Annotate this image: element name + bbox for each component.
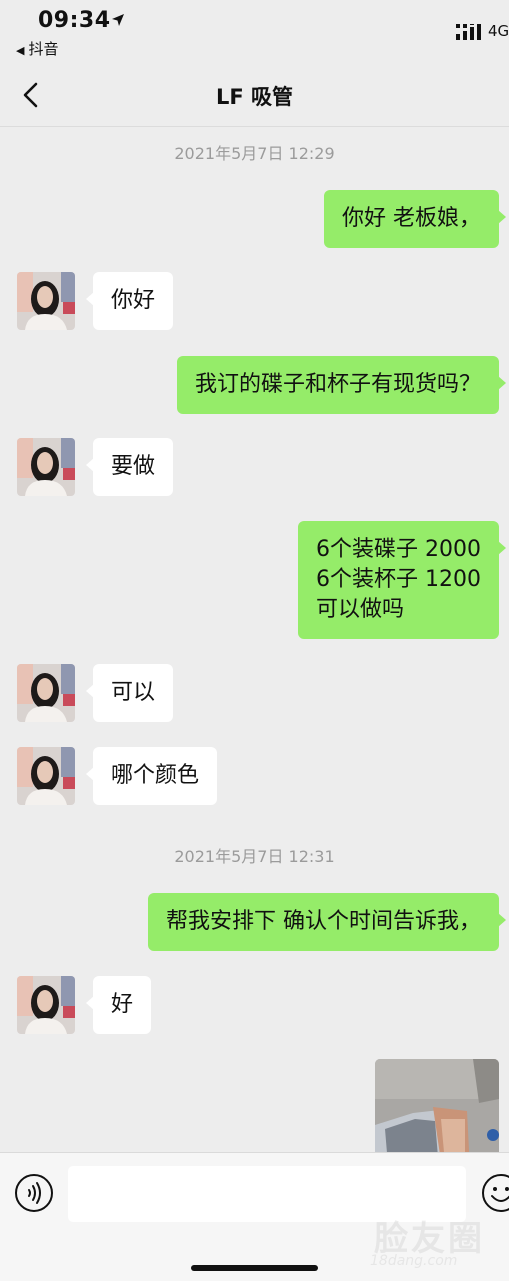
- signal-icon: [456, 24, 481, 40]
- back-triangle-icon: ◀: [16, 44, 25, 57]
- message-timestamp: 2021年5月7日 12:29: [174, 144, 335, 163]
- incoming-message[interactable]: 你好: [85, 272, 174, 330]
- incoming-message[interactable]: 哪个颜色: [85, 747, 218, 805]
- watermark-logo: 脸友圈 18dang.com: [370, 1211, 500, 1273]
- chat-area[interactable]: 2021年5月7日 12:29 你好 老板娘， 你好 我订的碟子和杯子有现货吗？…: [0, 127, 509, 1152]
- message-timestamp: 2021年5月7日 12:31: [174, 847, 335, 866]
- nav-bar: LF 吸管: [0, 64, 509, 127]
- incoming-message[interactable]: 要做: [85, 438, 174, 496]
- voice-input-icon[interactable]: [14, 1173, 54, 1213]
- incoming-message[interactable]: 可以: [85, 664, 174, 722]
- status-bar: 09:34 ◀ 抖音 4G: [0, 0, 509, 64]
- watermark-domain: 18dang.com: [370, 1253, 458, 1269]
- location-arrow-icon: [112, 14, 124, 26]
- contact-avatar[interactable]: [17, 438, 75, 496]
- status-time: 09:34: [38, 8, 111, 33]
- back-app-label: 抖音: [28, 40, 59, 58]
- input-bar: 脸友圈 18dang.com: [0, 1152, 509, 1281]
- network-type: 4G: [488, 22, 509, 40]
- home-indicator[interactable]: [191, 1265, 318, 1271]
- outgoing-message[interactable]: 我订的碟子和杯子有现货吗？: [176, 356, 507, 414]
- contact-avatar[interactable]: [17, 747, 75, 805]
- outgoing-message[interactable]: 你好 老板娘，: [324, 190, 506, 248]
- outgoing-message[interactable]: 帮我安排下 确认个时间告诉我，: [148, 893, 506, 951]
- contact-avatar[interactable]: [17, 272, 75, 330]
- contact-avatar[interactable]: [17, 664, 75, 722]
- back-to-app-link[interactable]: ◀ 抖音: [16, 38, 58, 59]
- emoji-icon[interactable]: [481, 1173, 509, 1213]
- outgoing-message[interactable]: 6个装碟子 2000 6个装杯子 1200 可以做吗: [298, 521, 506, 639]
- outgoing-image-message[interactable]: [375, 1059, 499, 1152]
- incoming-message[interactable]: 好: [85, 976, 152, 1034]
- chat-title: LF 吸管: [215, 85, 294, 109]
- contact-avatar[interactable]: [17, 976, 75, 1034]
